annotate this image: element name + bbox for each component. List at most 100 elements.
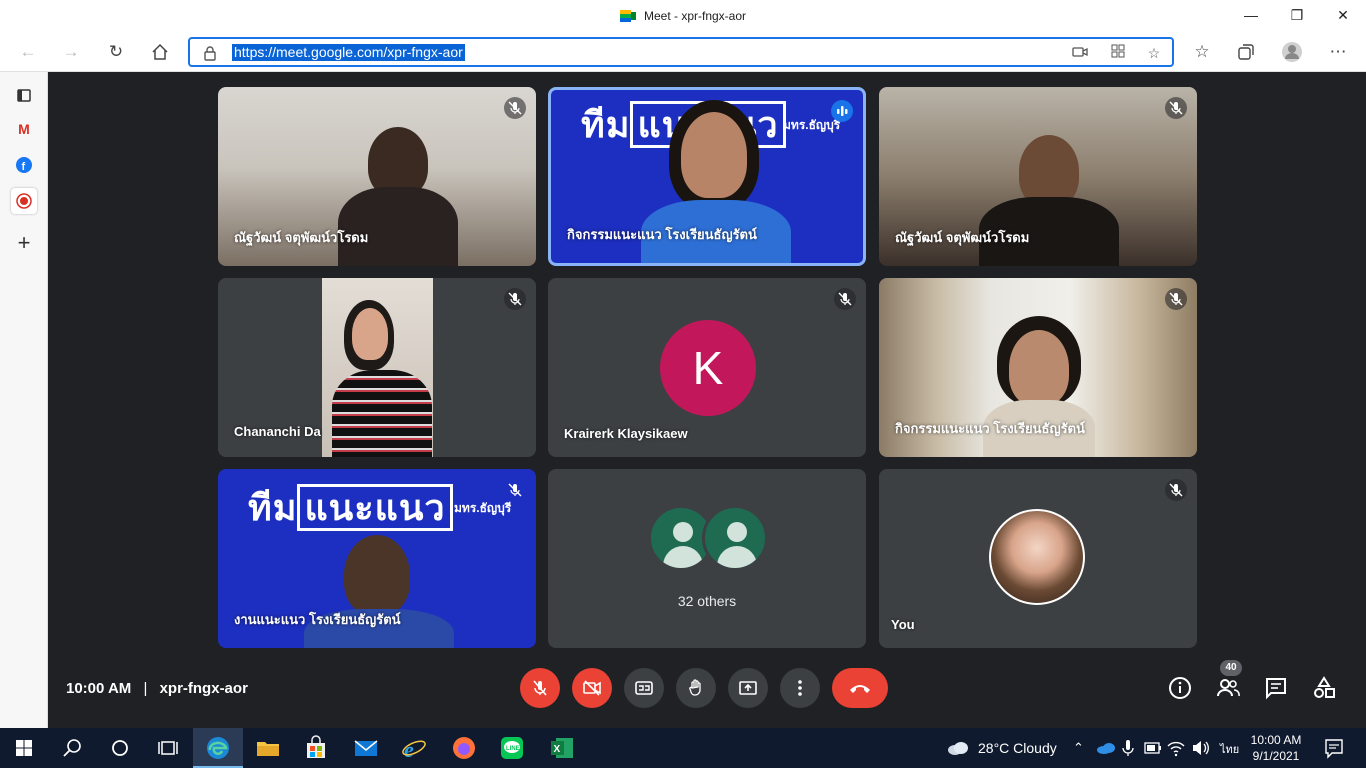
participant-tile[interactable]: ณัฐวัฒน์ จตุพัฒน์วโรดม xyxy=(879,87,1197,266)
add-icon[interactable]: + xyxy=(11,230,37,256)
camera-off-icon xyxy=(583,680,601,696)
present-screen-button[interactable] xyxy=(728,668,768,708)
profile-icon[interactable] xyxy=(1278,38,1306,66)
banner-subtitle: มทร.ธัญบุรี xyxy=(783,118,841,132)
speaking-indicator-icon xyxy=(831,100,853,122)
participant-tile[interactable]: K Krairerk Klaysikaew xyxy=(548,278,866,457)
weather-text[interactable]: 28°C Cloudy xyxy=(978,740,1057,756)
apps-icon[interactable] xyxy=(1108,43,1128,63)
restore-button[interactable]: ❐ xyxy=(1274,0,1320,32)
person-icon xyxy=(702,505,768,571)
participant-face xyxy=(344,535,410,615)
participant-name: กิจกรรมแนะแนว โรงเรียนธัญรัตน์ xyxy=(567,227,757,242)
mic-off-icon xyxy=(834,288,856,310)
windows-start-icon[interactable] xyxy=(10,734,38,762)
participant-tile[interactable]: Chananchi Da xyxy=(218,278,536,457)
participant-tile[interactable]: ณัฐวัฒน์ จตุพัฒน์วโรดม xyxy=(218,87,536,266)
line-app-icon[interactable]: LINE xyxy=(498,734,526,762)
input-language[interactable]: ไทย xyxy=(1220,740,1239,758)
forward-icon[interactable]: → xyxy=(57,38,85,66)
svg-text:e: e xyxy=(404,737,414,762)
url-text[interactable]: https://meet.google.com/xpr-fngx-aor xyxy=(232,44,465,61)
close-button[interactable]: ✕ xyxy=(1320,0,1366,32)
address-bar[interactable]: https://meet.google.com/xpr-fngx-aor ☆ xyxy=(188,37,1174,67)
present-icon xyxy=(739,681,757,695)
gmail-icon[interactable]: M xyxy=(11,116,37,142)
meeting-details-icon[interactable] xyxy=(1168,676,1192,700)
others-tile[interactable]: 32 others xyxy=(548,469,866,648)
participant-face xyxy=(681,112,747,198)
firefox-icon[interactable] xyxy=(450,734,478,762)
chat-icon[interactable] xyxy=(1264,676,1288,700)
volume-icon[interactable] xyxy=(1186,734,1214,762)
more-options-button[interactable] xyxy=(780,668,820,708)
camera-icon[interactable] xyxy=(1070,43,1090,63)
browser-toolbar: ← → ↻ https://meet.google.com/xpr-fngx-a… xyxy=(0,32,1366,72)
add-favorite-icon[interactable]: ☆ xyxy=(1144,43,1164,63)
excel-icon[interactable]: X xyxy=(548,734,576,762)
collections-icon[interactable] xyxy=(1232,38,1260,66)
mic-off-icon xyxy=(504,97,526,119)
window-titlebar: Meet - xpr-fngx-aor — ❐ ✕ xyxy=(0,0,1366,32)
others-count: 32 others xyxy=(677,593,737,609)
edge-icon[interactable] xyxy=(204,734,232,762)
home-icon[interactable] xyxy=(146,38,174,66)
participant-avatar: K xyxy=(660,320,756,416)
hand-icon xyxy=(689,679,701,696)
mic-off-icon xyxy=(1165,288,1187,310)
mic-toggle-button[interactable] xyxy=(520,668,560,708)
banner-text-box: แนะแนว xyxy=(297,484,453,531)
banner-text: ทีม xyxy=(581,104,631,145)
leave-call-button[interactable] xyxy=(832,668,888,708)
meeting-separator: | xyxy=(143,680,148,697)
participant-name: ณัฐวัฒน์ จตุพัฒน์วโรดม xyxy=(234,230,369,245)
participant-tile[interactable]: กิจกรรมแนะแนว โรงเรียนธัญรัตน์ xyxy=(879,278,1197,457)
mic-off-icon xyxy=(504,288,526,310)
store-icon[interactable] xyxy=(302,734,330,762)
system-clock[interactable]: 10:00 AM 9/1/2021 xyxy=(1244,732,1308,764)
cloudy-weather-icon[interactable] xyxy=(944,734,972,762)
internet-explorer-icon[interactable]: e xyxy=(400,734,428,762)
task-view-icon[interactable] xyxy=(154,734,182,762)
more-icon[interactable]: ⋯ xyxy=(1324,38,1352,66)
show-hidden-icons-icon[interactable]: ⌃ xyxy=(1073,740,1084,756)
participant-name: งานแนะแนว โรงเรียนธัญรัตน์ xyxy=(234,612,401,627)
meet-control-bar: 10:00 AM | xpr-fngx-aor 40 xyxy=(48,656,1366,728)
activities-icon[interactable] xyxy=(1312,676,1336,700)
raise-hand-button[interactable] xyxy=(676,668,716,708)
minimize-button[interactable]: — xyxy=(1228,0,1274,32)
mic-off-icon xyxy=(533,680,547,696)
participant-name: ณัฐวัฒน์ จตุพัฒน์วโรดม xyxy=(895,230,1030,245)
meet-logo-icon xyxy=(619,10,636,22)
notifications-icon[interactable] xyxy=(1320,734,1348,762)
mic-off-icon xyxy=(1165,97,1187,119)
svg-text:f: f xyxy=(22,161,26,173)
people-icon[interactable] xyxy=(1216,676,1240,700)
participant-tile[interactable]: ทีม แนะแนว มทร.ธัญบุรี งานแนะแนว โรงเรียน… xyxy=(218,469,536,648)
svg-text:LINE: LINE xyxy=(506,746,520,752)
record-icon[interactable] xyxy=(11,188,37,214)
participant-body xyxy=(332,370,432,457)
meet-video-grid: ณัฐวัฒน์ จตุพัฒน์วโรดม ทีมแนะแนว มทร.ธัญ… xyxy=(48,72,1366,728)
tabs-icon[interactable] xyxy=(11,82,37,108)
favorites-icon[interactable]: ☆ xyxy=(1188,38,1216,66)
captions-button[interactable] xyxy=(624,668,664,708)
participant-tile-active[interactable]: ทีมแนะแนว มทร.ธัญบุรี กิจกรรมแนะแนว โรงเ… xyxy=(548,87,866,266)
facebook-icon[interactable]: f xyxy=(11,152,37,178)
self-tile[interactable]: You xyxy=(879,469,1197,648)
participants-count-badge: 40 xyxy=(1220,660,1242,676)
back-icon[interactable]: ← xyxy=(14,38,42,66)
participant-face xyxy=(1009,330,1069,406)
meeting-time: 10:00 AM xyxy=(66,680,132,697)
mail-icon[interactable] xyxy=(352,734,380,762)
participant-face xyxy=(352,308,388,360)
participant-name: You xyxy=(891,617,915,632)
refresh-icon[interactable]: ↻ xyxy=(102,38,130,66)
file-explorer-icon[interactable] xyxy=(254,734,282,762)
camera-toggle-button[interactable] xyxy=(572,668,612,708)
cortana-icon[interactable] xyxy=(106,734,134,762)
lock-icon[interactable] xyxy=(202,45,218,61)
self-avatar xyxy=(989,509,1085,605)
participant-video xyxy=(322,278,433,457)
search-icon[interactable] xyxy=(58,734,86,762)
